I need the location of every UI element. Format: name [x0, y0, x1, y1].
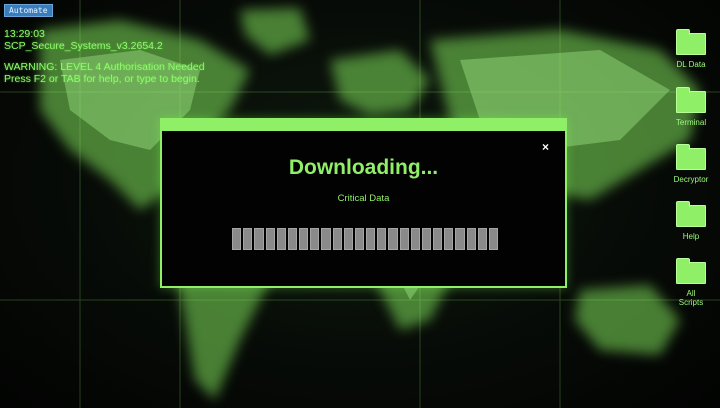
progress-segment	[310, 228, 320, 250]
progress-segment	[455, 228, 465, 250]
progress-segment	[444, 228, 454, 250]
progress-segment	[354, 228, 365, 250]
desktop-screen: Automate 13:29:03 SCP_Secure_Systems_v3.…	[0, 0, 720, 408]
desktop-icon-label: DL Data	[676, 60, 706, 69]
progress-segment	[388, 228, 398, 250]
download-progress-bar	[232, 228, 499, 250]
dialog-titlebar[interactable]	[162, 120, 565, 131]
desktop-icon-all-scripts[interactable]: All Scripts	[667, 258, 715, 307]
help-hint: Press F2 or TAB for help, or type to beg…	[4, 73, 200, 85]
system-version: SCP_Secure_Systems_v3.2654.2	[4, 40, 163, 52]
folder-icon	[676, 201, 706, 227]
desktop-icon-label: Terminal	[675, 118, 707, 127]
desktop-icon-label: Decryptor	[673, 175, 709, 184]
desktop-icon-dl-data[interactable]: DL Data	[667, 29, 715, 69]
progress-segment	[265, 228, 275, 250]
dialog-subheading: Critical Data	[337, 193, 390, 204]
progress-segment	[466, 228, 476, 250]
progress-segment	[254, 228, 264, 250]
folder-icon	[676, 144, 706, 170]
progress-segment	[377, 228, 387, 250]
progress-segment	[287, 228, 298, 250]
progress-segment	[343, 228, 353, 250]
progress-segment	[321, 228, 331, 250]
desktop-icon-decryptor[interactable]: Decryptor	[667, 144, 715, 184]
close-icon[interactable]: ×	[542, 140, 549, 154]
folder-icon	[676, 29, 706, 55]
progress-segment	[421, 228, 432, 250]
auth-warning: WARNING: LEVEL 4 Authorisation Needed	[4, 61, 205, 73]
progress-segment	[433, 228, 443, 250]
progress-segment	[488, 228, 499, 250]
progress-segment	[299, 228, 309, 250]
download-dialog: × Downloading... Critical Data	[160, 118, 567, 288]
desktop-icon-terminal[interactable]: Terminal	[667, 87, 715, 127]
progress-segment	[399, 228, 409, 250]
progress-segment	[332, 228, 342, 250]
progress-segment	[232, 228, 242, 250]
folder-icon	[676, 87, 706, 113]
desktop-icon-label: Help	[682, 232, 700, 241]
progress-segment	[366, 228, 376, 250]
automate-badge[interactable]: Automate	[4, 4, 53, 17]
progress-segment	[276, 228, 286, 250]
progress-segment	[477, 228, 487, 250]
clock-time: 13:29:03	[4, 28, 45, 40]
dialog-heading: Downloading...	[288, 156, 439, 179]
progress-segment	[243, 228, 253, 250]
folder-icon	[676, 258, 706, 284]
desktop-icon-help[interactable]: Help	[667, 201, 715, 241]
progress-segment	[410, 228, 420, 250]
desktop-icon-label: All Scripts	[678, 289, 704, 307]
